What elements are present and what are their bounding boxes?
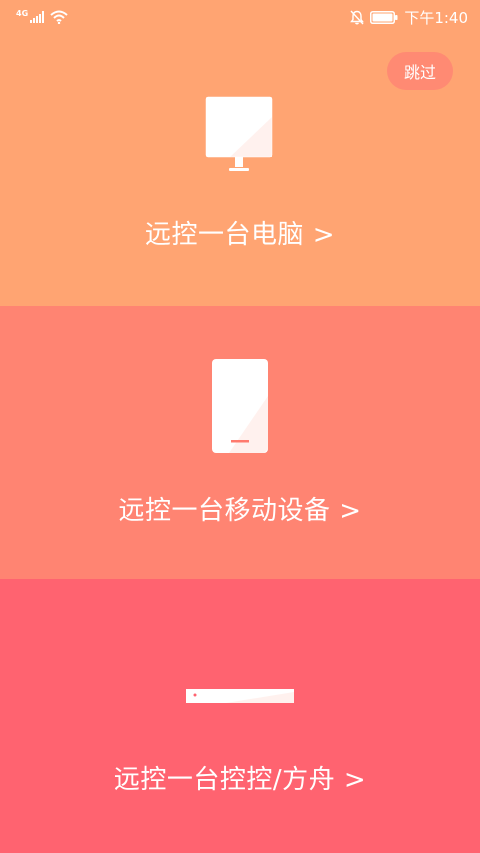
status-bar: 4G 下午1:40 <box>0 0 480 34</box>
signal-icon <box>30 11 45 23</box>
remote-box-label: 远控一台控控/方舟 > <box>113 765 367 795</box>
section-remote-pc[interactable]: 远控一台电脑 > <box>0 0 480 306</box>
bell-muted-icon <box>350 10 365 24</box>
section-remote-box[interactable]: 远控一台控控/方舟 > <box>0 579 480 853</box>
remote-mobile-label: 远控一台移动设备 > <box>118 496 362 526</box>
wifi-icon <box>50 10 68 24</box>
app-root: 4G 下午1:40 远控一台电脑 > 远控一台移动设备 > 远控一台控控/方舟 … <box>0 0 480 853</box>
status-time: 下午1:40 <box>404 8 468 27</box>
status-left: 4G <box>16 8 68 24</box>
phone-icon <box>212 359 268 453</box>
network-type: 4G <box>16 8 29 18</box>
status-right: 下午1:40 <box>350 7 468 28</box>
monitor-icon <box>205 96 273 171</box>
box-device-icon <box>186 689 294 703</box>
remote-pc-label: 远控一台电脑 > <box>144 220 336 250</box>
battery-icon <box>370 10 398 24</box>
section-remote-mobile[interactable]: 远控一台移动设备 > <box>0 306 480 579</box>
skip-button[interactable]: 跳过 <box>387 52 453 90</box>
